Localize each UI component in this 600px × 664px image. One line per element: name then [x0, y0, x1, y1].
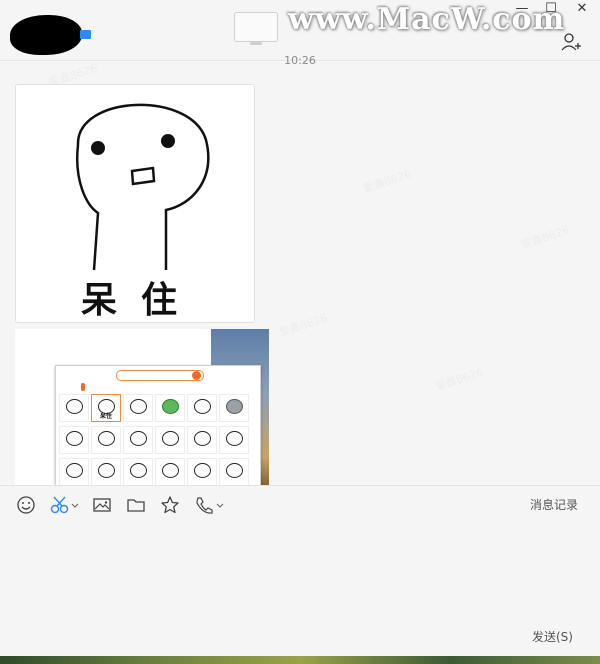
- ghost-watermark: 爱鑫8626: [277, 311, 329, 340]
- ghost-watermark: 爱鑫8626: [361, 167, 413, 196]
- ghost-watermark: 爱鑫8626: [519, 223, 571, 252]
- folder-icon[interactable]: [126, 495, 146, 517]
- send-button[interactable]: 发送(S): [532, 628, 573, 645]
- scissors-icon[interactable]: [50, 495, 82, 517]
- maximize-button[interactable]: ☐: [537, 0, 565, 20]
- message-history-link[interactable]: 消息记录: [530, 496, 578, 513]
- title-bar: www.MacW.com — ☐ ✕: [0, 0, 600, 61]
- sticker-caption: 呆住: [80, 280, 201, 321]
- message-list[interactable]: 爱鑫8626 爱鑫8626 爱鑫8626 爱鑫8626 爱鑫8626 呆住 呆住: [0, 61, 600, 485]
- sticker-face-image: [75, 103, 210, 271]
- add-member-icon[interactable]: [560, 31, 582, 53]
- screen-share-icon[interactable]: [234, 12, 278, 45]
- message-input[interactable]: [0, 523, 600, 656]
- contact-name-redacted[interactable]: [10, 15, 82, 55]
- image-icon[interactable]: [92, 495, 112, 517]
- phone-icon[interactable]: [194, 495, 228, 517]
- ghost-watermark: 爱鑫8626: [433, 365, 485, 394]
- minimize-button[interactable]: —: [508, 0, 536, 20]
- input-toolbar: 消息记录: [0, 485, 600, 524]
- star-icon[interactable]: [160, 495, 180, 517]
- smiley-icon[interactable]: [16, 495, 36, 517]
- sticker-message[interactable]: 呆住: [15, 84, 255, 323]
- chat-window: www.MacW.com — ☐ ✕ 10:26 爱鑫8626 爱鑫8626 爱…: [0, 0, 600, 664]
- close-button[interactable]: ✕: [568, 0, 596, 20]
- sticker-search-panel-image: 呆住: [55, 365, 261, 485]
- screenshot-message[interactable]: 呆住: [15, 329, 269, 485]
- desktop-background-strip: [0, 656, 600, 664]
- device-status-icon: [80, 30, 91, 39]
